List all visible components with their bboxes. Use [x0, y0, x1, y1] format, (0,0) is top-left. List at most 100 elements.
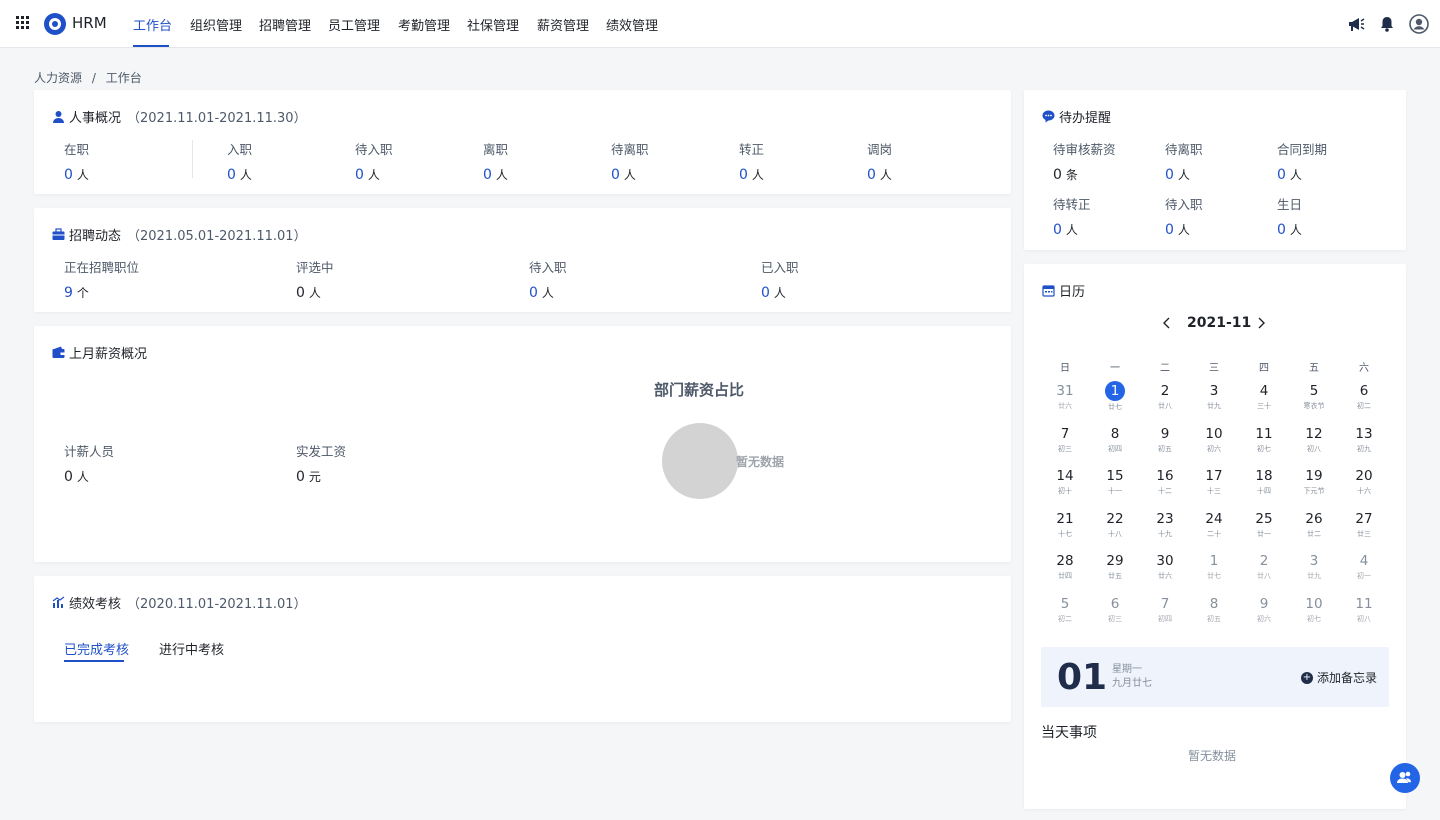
stat-regularized[interactable]: 转正 0人: [739, 139, 764, 183]
stat-value: 0人: [355, 166, 393, 183]
stat-paid-staff[interactable]: 计薪人员 0人: [64, 441, 114, 485]
calendar-day[interactable]: 2 廿八: [1145, 382, 1185, 418]
stat-recruit-pending-onboard[interactable]: 待入职 0人: [529, 257, 567, 301]
stat-active[interactable]: 在职 0人: [64, 139, 89, 183]
breadcrumb-root[interactable]: 人力资源: [34, 71, 82, 85]
stat-number: 0: [355, 167, 364, 183]
megaphone-icon[interactable]: [1346, 14, 1366, 34]
calendar-day[interactable]: 31 廿六: [1045, 382, 1085, 418]
calendar-day[interactable]: 26 廿二: [1294, 510, 1334, 546]
day-number: 22: [1106, 510, 1124, 527]
todo-pending-resign[interactable]: 待离职 0人: [1165, 139, 1203, 183]
calendar-day[interactable]: 29 廿五: [1095, 552, 1135, 588]
stat-open-positions[interactable]: 正在招聘职位 9个: [64, 257, 139, 301]
calendar-day[interactable]: 6 初三: [1095, 595, 1135, 631]
stat-resigned[interactable]: 离职 0人: [483, 139, 508, 183]
calendar-day[interactable]: 11 初八: [1344, 595, 1384, 631]
bell-icon[interactable]: [1377, 14, 1397, 34]
calendar-day[interactable]: 5 初二: [1045, 595, 1085, 631]
stat-label: 已入职: [761, 260, 799, 275]
calendar-day[interactable]: 4 初一: [1344, 552, 1384, 588]
calendar-day[interactable]: 13 初九: [1344, 425, 1384, 461]
stat-label: 正在招聘职位: [64, 260, 140, 275]
nav-item-workbench[interactable]: 工作台: [133, 15, 172, 34]
todo-value: 0人: [1165, 166, 1203, 183]
calendar-day[interactable]: 2 廿八: [1244, 552, 1284, 588]
stat-transferred[interactable]: 调岗 0人: [867, 139, 892, 183]
nav-item-organization[interactable]: 组织管理: [190, 15, 242, 34]
calendar-day[interactable]: 3 廿九: [1294, 552, 1334, 588]
apps-grid-icon[interactable]: [16, 16, 30, 30]
day-number: 5: [1060, 595, 1070, 612]
calendar-day[interactable]: 22 十八: [1095, 510, 1135, 546]
calendar-day[interactable]: 27 廿三: [1344, 510, 1384, 546]
calendar-day[interactable]: 12 初八: [1294, 425, 1334, 461]
calendar-day[interactable]: 25 廿一: [1244, 510, 1284, 546]
nav-item-recruitment[interactable]: 招聘管理: [259, 15, 311, 34]
todo-contract-expiry[interactable]: 合同到期 0人: [1277, 139, 1327, 183]
calendar-day[interactable]: 9 初五: [1145, 425, 1185, 461]
calendar-day[interactable]: 20 十六: [1344, 467, 1384, 503]
calendar-day[interactable]: 28 廿四: [1045, 552, 1085, 588]
todo-pending-salary-review[interactable]: 待审核薪资 0条: [1053, 139, 1116, 183]
calendar-day[interactable]: 6 初二: [1344, 382, 1384, 418]
user-avatar-icon[interactable]: [1409, 14, 1429, 34]
calendar-day[interactable]: 7 初四: [1145, 595, 1185, 631]
nav-item-social-security[interactable]: 社保管理: [467, 15, 519, 34]
stat-unit: 元: [308, 470, 321, 484]
next-month-chevron-icon[interactable]: [1256, 316, 1266, 330]
day-number: 29: [1106, 553, 1124, 569]
today-events-title: 当天事项: [1041, 725, 1097, 741]
calendar-day[interactable]: 18 十四: [1244, 467, 1284, 503]
calendar-day[interactable]: 16 十二: [1145, 467, 1185, 503]
calendar-day[interactable]: 30 廿六: [1145, 552, 1185, 588]
stat-value: 0人: [761, 284, 799, 301]
contacts-float-button[interactable]: [1390, 763, 1420, 793]
stat-number: 0: [483, 167, 492, 183]
prev-month-chevron-icon[interactable]: [1162, 316, 1172, 330]
calendar-day[interactable]: 5 寒衣节: [1294, 382, 1334, 418]
nav-item-performance[interactable]: 绩效管理: [606, 15, 658, 34]
weekday-label: 一: [1110, 363, 1120, 374]
calendar-day[interactable]: 11 初七: [1244, 425, 1284, 461]
stat-screening[interactable]: 评选中 0人: [296, 257, 334, 301]
stat-label: 转正: [739, 142, 765, 157]
stat-recruit-onboarded[interactable]: 已入职 0人: [761, 257, 799, 301]
calendar-day[interactable]: 19 下元节: [1294, 467, 1334, 503]
calendar-day[interactable]: 10 初六: [1194, 425, 1234, 461]
nav-item-employees[interactable]: 员工管理: [328, 15, 380, 34]
calendar-day[interactable]: 23 十九: [1145, 510, 1185, 546]
calendar-day[interactable]: 14 初十: [1045, 467, 1085, 503]
nav-item-attendance[interactable]: 考勤管理: [398, 15, 450, 34]
tab-in-progress-review[interactable]: 进行中考核: [159, 639, 224, 658]
todo-number: 0: [1165, 167, 1174, 183]
calendar-day[interactable]: 17 十三: [1194, 467, 1234, 503]
stat-number: 0: [296, 285, 305, 301]
nav-item-salary[interactable]: 薪资管理: [537, 15, 589, 34]
calendar-day[interactable]: 3 廿九: [1194, 382, 1234, 418]
calendar-day[interactable]: 15 十一: [1095, 467, 1135, 503]
todo-birthday[interactable]: 生日 0人: [1277, 194, 1302, 238]
stat-actual-pay[interactable]: 实发工资 0元: [296, 441, 346, 485]
calendar-day[interactable]: 21 十七: [1045, 510, 1085, 546]
stat-unit: 人: [773, 286, 786, 300]
stat-onboarded[interactable]: 入职 0人: [227, 139, 252, 183]
calendar-day[interactable]: 8 初五: [1194, 595, 1234, 631]
calendar-day[interactable]: 8 初四: [1095, 425, 1135, 461]
calendar-day-selected[interactable]: 1 廿七: [1095, 381, 1135, 418]
tab-completed-review[interactable]: 已完成考核: [64, 639, 129, 658]
calendar-day[interactable]: 10 初七: [1294, 595, 1334, 631]
breadcrumb-separator: /: [91, 71, 96, 85]
calendar-day[interactable]: 4 三十: [1244, 382, 1284, 418]
stat-pending-resign[interactable]: 待离职 0人: [611, 139, 649, 183]
day-lunar: 初四: [1158, 614, 1172, 623]
calendar-day[interactable]: 24 二十: [1194, 510, 1234, 546]
calendar-day[interactable]: 9 初六: [1244, 595, 1284, 631]
todo-pending-regularize[interactable]: 待转正 0人: [1053, 194, 1091, 238]
stat-pending-onboard[interactable]: 待入职 0人: [355, 139, 393, 183]
calendar-day[interactable]: 7 初三: [1045, 425, 1085, 461]
todo-pending-onboard[interactable]: 待入职 0人: [1165, 194, 1203, 238]
recruitment-title-text: 招聘动态: [69, 229, 122, 244]
calendar-day[interactable]: 1 廿七: [1194, 552, 1234, 588]
add-memo-button[interactable]: + 添加备忘录: [1300, 669, 1377, 686]
